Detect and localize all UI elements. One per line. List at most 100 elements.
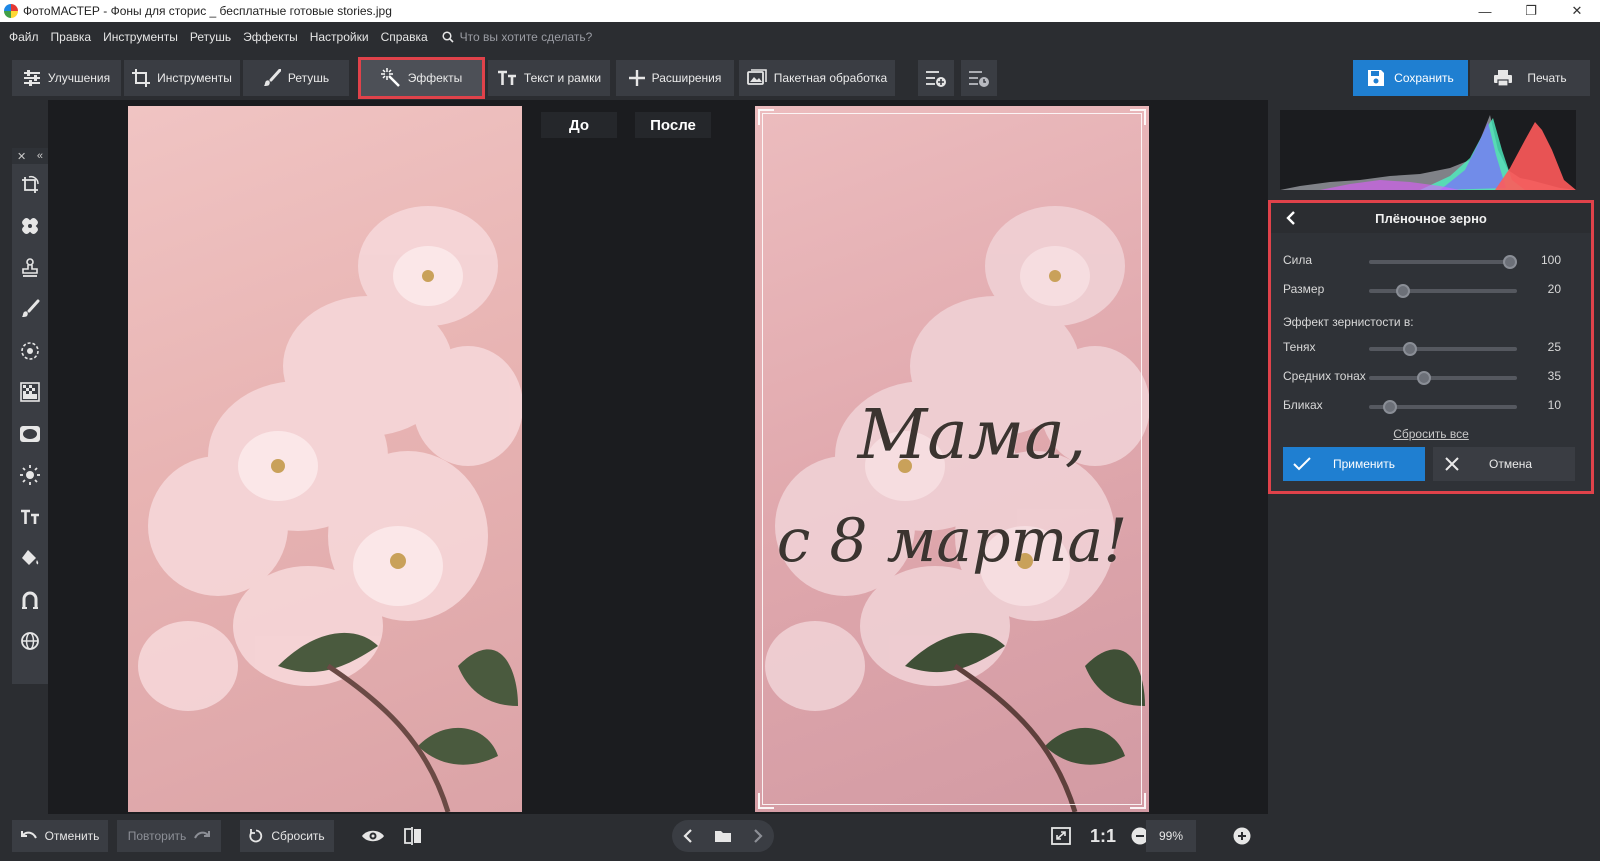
slider-track[interactable] xyxy=(1369,255,1517,269)
bandage-icon xyxy=(22,218,38,235)
slider-label: Тенях xyxy=(1283,340,1316,354)
eye-icon xyxy=(362,830,384,842)
horseshoe-icon xyxy=(22,591,38,609)
fit-to-screen-button[interactable] xyxy=(1046,820,1076,852)
cancel-label: Отмена xyxy=(1489,457,1533,471)
tool-vignette[interactable] xyxy=(12,413,48,455)
slider-value[interactable]: 100 xyxy=(1541,253,1561,267)
cancel-button[interactable]: Отмена xyxy=(1433,447,1575,481)
tool-gradient[interactable] xyxy=(12,372,48,414)
slider-highlights[interactable]: Бликах 10 xyxy=(1283,396,1573,416)
maximize-button[interactable]: ❐ xyxy=(1508,0,1554,22)
close-panel-icon[interactable]: ✕ xyxy=(17,150,26,163)
crop-rotate-icon xyxy=(22,175,39,193)
magic-wand-icon xyxy=(380,68,400,87)
slider-value[interactable]: 25 xyxy=(1548,340,1561,354)
canvas-area[interactable]: До После Мама, с 8 марта! xyxy=(48,100,1268,814)
undo-label: Отменить xyxy=(44,829,100,843)
tab-extensions[interactable]: Расширения xyxy=(616,60,734,96)
tool-stamp[interactable] xyxy=(12,247,48,289)
checkmark-icon xyxy=(1293,457,1311,471)
slider-value[interactable]: 20 xyxy=(1548,282,1561,296)
add-preset-button[interactable] xyxy=(918,60,954,96)
tool-radial[interactable] xyxy=(12,330,48,372)
bottom-bar: Отменить Повторить Сбросить 1:1 99% xyxy=(0,814,1268,861)
tab-enhancements[interactable]: Улучшения xyxy=(12,60,121,96)
frame-corner xyxy=(758,793,774,809)
slider-strength[interactable]: Сила 100 xyxy=(1283,251,1573,271)
undo-button[interactable]: Отменить xyxy=(12,820,108,852)
collapse-panel-icon[interactable]: « xyxy=(37,150,43,162)
slider-thumb[interactable] xyxy=(1396,284,1411,298)
flowers-illustration xyxy=(138,206,522,812)
slider-track[interactable] xyxy=(1369,342,1517,356)
print-button[interactable]: Печать xyxy=(1470,60,1590,96)
tool-text[interactable] xyxy=(12,496,48,538)
slider-track[interactable] xyxy=(1369,284,1517,298)
tab-text-frames[interactable]: Текст и рамки xyxy=(488,60,610,96)
compare-toggle[interactable] xyxy=(398,820,428,852)
window-controls: — ❐ ✕ xyxy=(1462,0,1600,22)
vignette-icon xyxy=(20,425,40,442)
menu-retouch[interactable]: Ретушь xyxy=(190,30,231,44)
back-arrow-icon[interactable] xyxy=(1285,210,1297,226)
tab-effects[interactable]: Эффекты xyxy=(358,57,485,99)
close-icon xyxy=(1445,457,1459,471)
close-window-button[interactable]: ✕ xyxy=(1554,0,1600,22)
tool-healing[interactable] xyxy=(12,206,48,248)
after-label[interactable]: После xyxy=(635,112,711,138)
reset-button[interactable]: Сбросить xyxy=(240,820,334,852)
slider-value[interactable]: 35 xyxy=(1548,369,1561,383)
slider-shadows[interactable]: Тенях 25 xyxy=(1283,338,1573,358)
command-search[interactable]: Что вы хотите сделать? xyxy=(442,30,592,44)
previous-image-icon[interactable] xyxy=(683,829,693,843)
tool-warp[interactable] xyxy=(12,579,48,621)
slider-midtones[interactable]: Средних тонах 35 xyxy=(1283,367,1573,387)
split-view-icon xyxy=(404,827,421,845)
tab-batch-processing[interactable]: Пакетная обработка xyxy=(739,60,895,96)
menu-tools[interactable]: Инструменты xyxy=(103,30,178,44)
tab-label: Текст и рамки xyxy=(523,71,602,85)
tool-fill[interactable] xyxy=(12,538,48,580)
apply-button[interactable]: Применить xyxy=(1283,447,1425,481)
menu-file[interactable]: Файл xyxy=(9,30,39,44)
tool-brush[interactable] xyxy=(12,289,48,331)
apply-label: Применить xyxy=(1333,457,1396,471)
tool-light[interactable] xyxy=(12,455,48,497)
slider-track[interactable] xyxy=(1369,400,1517,414)
sliders-add-icon xyxy=(926,71,946,87)
before-photo xyxy=(128,106,522,812)
frame-corner xyxy=(758,109,774,125)
reset-all-link[interactable]: Сбросить все xyxy=(1271,427,1591,441)
menu-help[interactable]: Справка xyxy=(381,30,428,44)
slider-size[interactable]: Размер 20 xyxy=(1283,280,1573,300)
menu-edit[interactable]: Правка xyxy=(51,30,92,44)
slider-thumb[interactable] xyxy=(1416,371,1431,385)
panel-header: Плёночное зерно xyxy=(1271,203,1591,233)
save-button[interactable]: Сохранить xyxy=(1353,60,1468,96)
zoom-level[interactable]: 99% xyxy=(1146,820,1196,852)
right-panel: Плёночное зерно Сила 100 Размер 20 Эффек… xyxy=(1268,100,1600,861)
tab-instruments[interactable]: Инструменты xyxy=(124,60,240,96)
slider-thumb[interactable] xyxy=(1403,342,1418,356)
slider-value[interactable]: 10 xyxy=(1548,398,1561,412)
menu-effects[interactable]: Эффекты xyxy=(243,30,298,44)
preview-toggle[interactable] xyxy=(358,820,388,852)
before-label[interactable]: До xyxy=(541,112,617,138)
tab-retouch[interactable]: Ретушь xyxy=(243,60,349,96)
slider-thumb[interactable] xyxy=(1382,400,1397,414)
tab-label: Инструменты xyxy=(157,71,232,85)
minimize-button[interactable]: — xyxy=(1462,0,1508,22)
folder-icon[interactable] xyxy=(714,829,732,843)
tool-crop-rotate[interactable] xyxy=(12,164,48,206)
redo-button[interactable]: Повторить xyxy=(117,820,221,852)
actual-size-button[interactable]: 1:1 xyxy=(1088,820,1118,852)
history-preset-button[interactable] xyxy=(961,60,997,96)
zoom-in-button[interactable] xyxy=(1230,820,1254,852)
slider-track[interactable] xyxy=(1369,371,1517,385)
menu-settings[interactable]: Настройки xyxy=(310,30,369,44)
slider-thumb[interactable] xyxy=(1502,255,1517,269)
printer-icon xyxy=(1494,70,1513,87)
tool-globe[interactable] xyxy=(12,621,48,663)
next-image-icon[interactable] xyxy=(753,829,763,843)
